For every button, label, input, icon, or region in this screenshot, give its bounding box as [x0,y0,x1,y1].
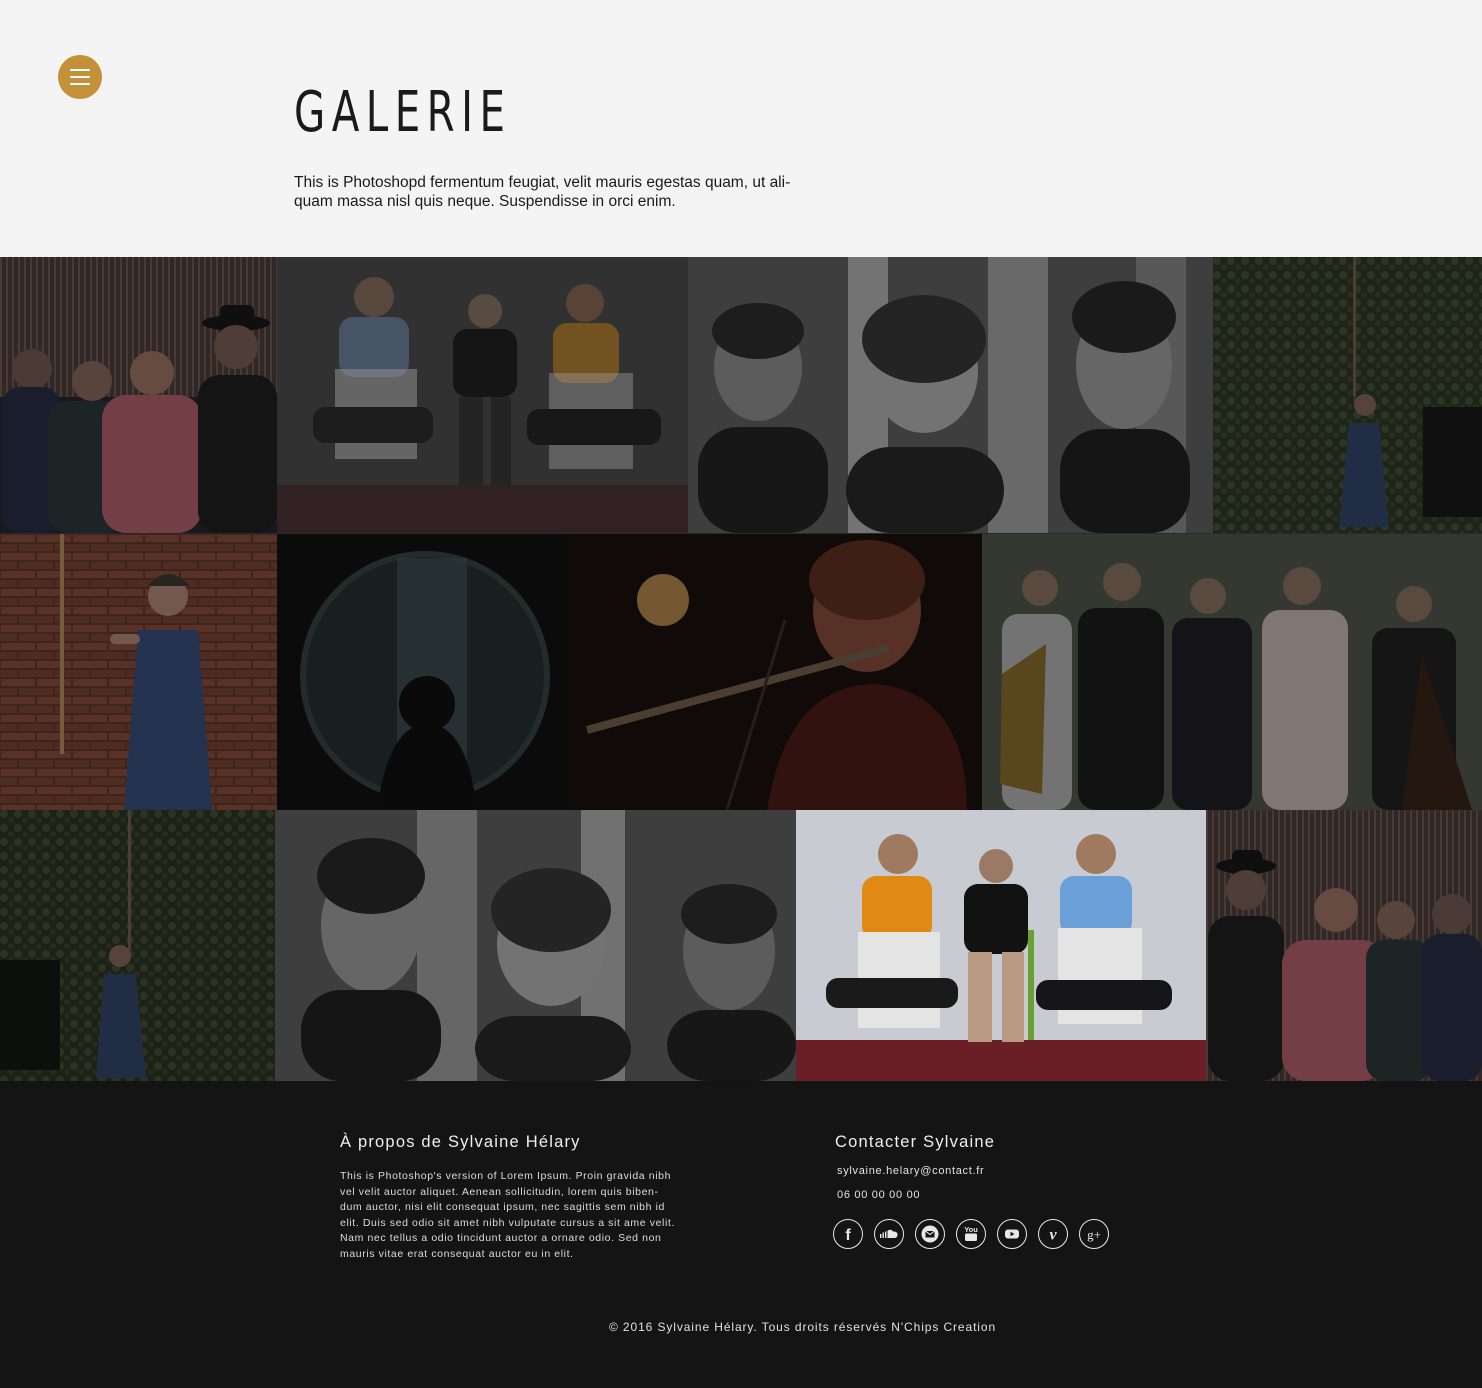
gallery-photo-flutist-stage[interactable] [567,534,982,810]
email-icon[interactable] [915,1219,945,1249]
about-line: dum auctor, nisi elit consequat ipsum, n… [340,1201,665,1214]
gallery-photo-trio-birch-bw-2[interactable] [275,810,796,1081]
hamburger-menu-icon[interactable] [58,55,102,99]
google-plus-icon[interactable]: g+ [1079,1219,1109,1249]
facebook-icon[interactable]: f [833,1219,863,1249]
about-line: vel velit auctor aliquet. Aenean sollici… [340,1185,659,1198]
copyright-text: © 2016 Sylvaine Hélary. Tous droits rése… [608,1320,997,1334]
gallery-photo-trio-seated-chairs-color[interactable] [796,810,1206,1081]
svg-text:v: v [1049,1227,1057,1244]
contact-phone: 06 00 00 00 00 [837,1189,921,1201]
soundcloud-icon[interactable] [874,1219,904,1249]
gallery-photo-quartet-striped-wall-2[interactable] [1206,810,1482,1081]
gallery-photo-woman-ivy-wall[interactable] [1213,257,1482,533]
page-header: GALERIE This is Photoshopd fermentum feu… [0,0,1482,257]
vimeo-icon[interactable]: v [1038,1219,1068,1249]
contact-email[interactable]: sylvaine.helary@contact.fr [837,1165,984,1177]
contact-title: Contacter Sylvaine [835,1133,996,1151]
gallery-photo-band-quintet[interactable] [982,534,1482,810]
youtube-play-icon[interactable] [997,1219,1027,1249]
svg-text:You: You [964,1225,978,1234]
about-line: mauris vitae erat consequat auctor eu in… [340,1247,574,1260]
about-line: This is Photoshop's version of Lorem Ips… [340,1170,672,1182]
page-title: GALERIE [294,80,512,145]
gallery-photo-woman-brick-wall[interactable] [0,534,277,810]
photo-gallery [0,257,1482,1081]
intro-line-2: quam massa nisl quis neque. Suspendisse … [294,193,676,210]
about-text: This is Photoshop's version of Lorem Ips… [340,1169,730,1263]
svg-text:g+: g+ [1087,1227,1101,1242]
page-footer: À propos de Sylvaine Hélary This is Phot… [0,1081,1482,1388]
gallery-photo-quartet-striped-wall[interactable] [0,257,277,533]
about-line: elit. Duis sed odio sit amet nibh vulput… [340,1216,675,1229]
gallery-photo-woman-ivy-wall-2[interactable] [0,810,275,1081]
about-title: À propos de Sylvaine Hélary [340,1133,581,1151]
gallery-photo-trio-birch-bw[interactable] [688,257,1213,533]
gallery-photo-silhouette-round-window[interactable] [277,534,567,810]
youtube-classic-icon[interactable]: You [956,1219,986,1249]
intro-text: This is Photoshopd fermentum feugiat, ve… [294,173,842,211]
gallery-photo-trio-seated-chairs[interactable] [277,257,688,533]
svg-text:f: f [845,1227,851,1244]
about-line: Nam nec tellus a odio tincidunt auctor a… [340,1232,662,1245]
intro-line-1: This is Photoshopd fermentum feugiat, ve… [294,174,791,191]
